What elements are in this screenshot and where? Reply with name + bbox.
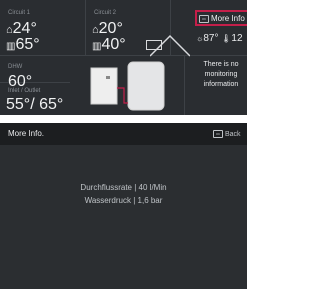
house-icon: ⌂ xyxy=(92,24,99,36)
inlet-outlet-label: Inlet / Outlet xyxy=(8,88,41,94)
boiler-tank-illustration xyxy=(90,61,165,111)
house-icon: ⌂ xyxy=(6,24,13,36)
grid-divider xyxy=(85,0,86,55)
ok-button-icon: OK xyxy=(199,14,209,23)
more-info-screen: More Info. OK Back Durchflussrate | 40 l/… xyxy=(0,123,247,289)
back-button[interactable]: OK Back xyxy=(213,130,241,138)
sofa-icon xyxy=(146,40,162,50)
more-info-lines: Durchflussrate | 40 l/Min Wasserdruck | … xyxy=(0,181,247,207)
circuit1-flow-temp: ▥65° xyxy=(6,36,40,53)
more-info-header: More Info. OK Back xyxy=(0,123,247,145)
circuit2-flow-temp: ▥40° xyxy=(92,36,126,53)
ok-button-icon: OK xyxy=(213,130,223,138)
circuit2-label: Circuit 2 xyxy=(94,10,117,16)
flow-rate-line: Durchflussrate | 40 l/Min xyxy=(80,183,167,192)
dhw-label: DHW xyxy=(8,64,23,70)
grid-divider xyxy=(0,55,247,56)
inlet-outlet-value: 55°/ 65° xyxy=(6,96,64,113)
grid-divider xyxy=(184,55,185,115)
more-info-button[interactable]: OK More Info xyxy=(195,10,247,26)
outdoor-readout: ☼87° 🌡12 xyxy=(196,33,243,44)
thermometer-icon: 🌡 xyxy=(221,34,232,43)
monitoring-note: There is no monitoring information xyxy=(203,61,239,88)
dashboard-panel: Circuit 1 ⌂24° ▥65° Circuit 2 ⌂20° ▥40° … xyxy=(0,0,247,115)
water-pressure-line: Wasserdruck | 1,6 bar xyxy=(84,196,163,205)
circuit1-label: Circuit 1 xyxy=(8,10,31,16)
more-info-title: More Info. xyxy=(8,129,45,138)
